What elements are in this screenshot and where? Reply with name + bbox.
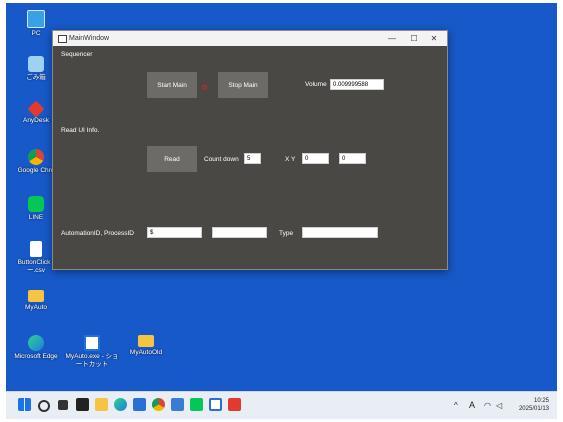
tray-overflow-chevron[interactable]: ^ — [454, 392, 458, 419]
start-main-button[interactable]: Start Main — [147, 72, 197, 98]
anydesk-icon — [27, 100, 45, 118]
edge-icon — [28, 335, 44, 351]
window-app-icon — [58, 35, 67, 43]
myauto-app-icon[interactable] — [209, 398, 222, 411]
maximize-button[interactable]: ☐ — [403, 31, 425, 46]
folder-icon — [138, 335, 154, 347]
desktop-icon-label: Microsoft Edge — [14, 353, 58, 360]
x-input[interactable]: 0 — [302, 153, 329, 164]
desktop: PC ごみ箱 AnyDesk Google Chro LINE ButtonCl… — [6, 3, 557, 419]
clock-time: 10:25 — [533, 398, 549, 404]
file-icon — [30, 241, 42, 257]
app-shortcut-icon — [84, 335, 100, 351]
search-icon[interactable] — [38, 400, 50, 412]
xy-label: X Y — [285, 156, 296, 163]
terminal-icon[interactable] — [76, 398, 89, 411]
desktop-icon-edge[interactable]: Microsoft Edge — [10, 335, 62, 361]
store-icon[interactable] — [133, 398, 146, 411]
automation-process-label: AutomationID, ProcessID — [61, 230, 134, 237]
taskbar: ^ A ◠ ◁ 10:25 2025/01/13 — [6, 391, 557, 419]
read-ui-info-label: Read UI Info. — [61, 127, 100, 134]
window-title: MainWindow — [69, 35, 110, 42]
type-label: Type — [279, 230, 294, 237]
main-window: MainWindow — ☐ ✕ Sequencer Start Main St… — [52, 30, 448, 270]
windows-start-icon[interactable] — [18, 398, 31, 411]
stop-main-button[interactable]: Stop Main — [218, 72, 268, 98]
line-icon — [28, 196, 44, 212]
clock-date: 2025/01/13 — [518, 406, 549, 412]
task-view-icon[interactable] — [58, 400, 68, 410]
automation-id-input[interactable]: $ — [147, 227, 202, 238]
desktop-icon-myautoold[interactable]: MyAutoOld — [120, 335, 172, 357]
volume-input[interactable]: 0.009999588 — [330, 79, 384, 90]
desktop-icon-label: MyAuto — [24, 304, 48, 311]
recycle-bin-icon — [28, 56, 44, 72]
countdown-label: Count down — [204, 156, 239, 163]
desktop-icon-myauto[interactable]: MyAuto — [10, 290, 62, 312]
monitor-icon — [27, 10, 45, 28]
desktop-icon-label: MyAutoOld — [129, 349, 163, 356]
edge-icon[interactable] — [114, 398, 127, 411]
close-button[interactable]: ✕ — [423, 31, 445, 46]
y-input[interactable]: 0 — [339, 153, 366, 164]
volume-label: Volume — [305, 81, 327, 88]
countdown-input[interactable]: 5 — [244, 153, 261, 164]
desktop-icon-myauto-shortcut[interactable]: MyAuto.exe - ショートカット — [64, 335, 120, 369]
file-explorer-icon[interactable] — [95, 398, 108, 411]
wifi-icon[interactable]: ◠ — [484, 392, 491, 419]
volume-icon[interactable]: ◁ — [496, 392, 502, 419]
window-titlebar[interactable]: MainWindow — ☐ ✕ — [53, 31, 447, 46]
desktop-icon-label: MyAuto.exe - ショートカット — [65, 353, 119, 368]
chrome-icon — [28, 149, 44, 165]
ime-indicator[interactable]: A — [469, 392, 475, 419]
anydesk-icon[interactable] — [228, 398, 241, 411]
read-button[interactable]: Read — [147, 146, 197, 172]
process-id-input[interactable] — [212, 227, 267, 238]
type-input[interactable] — [302, 227, 378, 238]
chrome-icon[interactable] — [152, 398, 165, 411]
folder-icon — [28, 290, 44, 302]
line-icon[interactable] — [190, 398, 203, 411]
app-icon[interactable] — [171, 398, 184, 411]
status-indicator-dot — [202, 85, 207, 90]
minimize-button[interactable]: — — [381, 31, 403, 46]
clock[interactable]: 10:25 2025/01/13 — [519, 397, 549, 413]
sequencer-label: Sequencer — [61, 51, 93, 58]
